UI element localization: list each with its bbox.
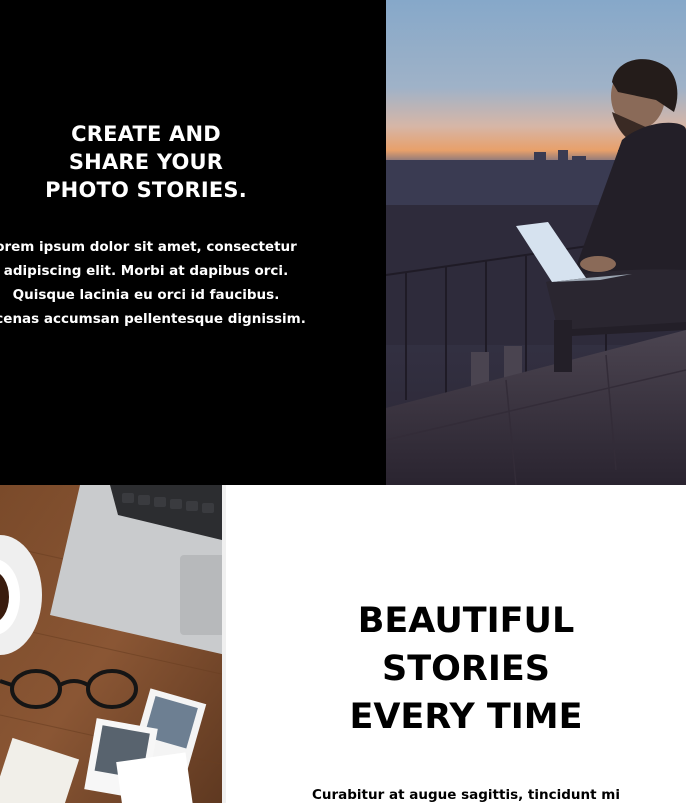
- feature-title: BEAUTIFUL STORIES EVERY TIME: [349, 601, 583, 737]
- hero-title: CREATE AND SHARE YOUR PHOTO STORIES.: [45, 122, 247, 202]
- feature-body-text: Curabitur at augue sagittis, tincidunt m…: [311, 787, 620, 803]
- photo-desk-laptop: [0, 485, 226, 803]
- hero-text-panel: CREATE AND SHARE YOUR PHOTO STORIES. ore…: [0, 0, 386, 485]
- hero-body-text: orem ipsum dolor sit amet, consectetur a…: [0, 239, 306, 327]
- photo-man-laptop-city: [386, 0, 686, 485]
- feature-text-panel: BEAUTIFUL STORIES EVERY TIME Curabitur a…: [226, 485, 686, 803]
